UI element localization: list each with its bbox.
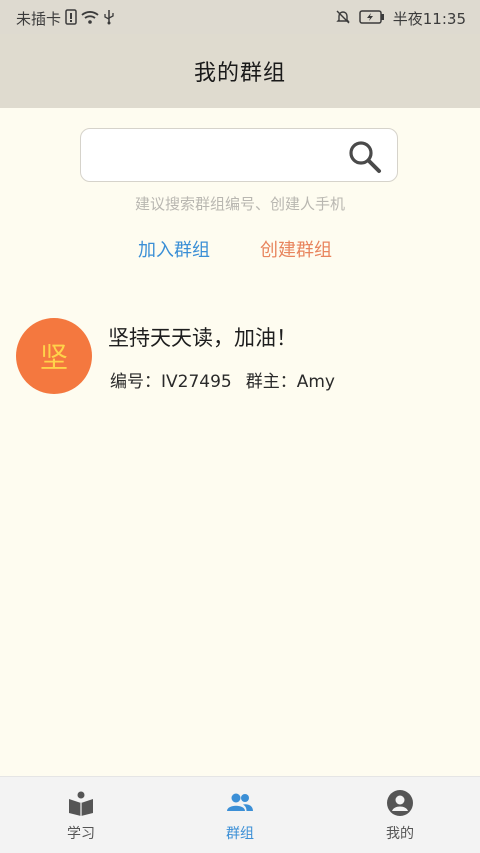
join-group-button[interactable]: 加入群组 (138, 236, 210, 262)
group-actions: 加入群组 创建群组 (0, 236, 480, 262)
group-meta: 编号：IV27495 群主：Amy (110, 367, 335, 392)
tab-study[interactable]: 学习 (21, 789, 141, 849)
group-icon (227, 793, 253, 811)
clock-text: 半夜11:35 (392, 10, 466, 28)
group-list-item[interactable]: 坚 坚持天天读，加油！ 编号：IV27495 群主：Amy (0, 316, 480, 398)
group-id: 编号：IV27495 (110, 372, 232, 392)
profile-icon (387, 790, 413, 816)
tab-study-label: 学习 (67, 826, 95, 842)
carrier-text: 未插卡 (16, 10, 62, 28)
book-icon (69, 791, 93, 816)
search-box[interactable] (80, 128, 398, 182)
mute-bell-icon (335, 9, 351, 29)
group-avatar: 坚 (16, 318, 92, 394)
group-owner: 群主：Amy (245, 372, 335, 392)
search-hint: 建议搜索群组编号、创建人手机 (134, 195, 345, 213)
tab-groups[interactable]: 群组 (180, 789, 300, 849)
wifi-icon (81, 10, 99, 28)
tab-mine[interactable]: 我的 (340, 789, 460, 849)
search-icon[interactable] (347, 139, 383, 175)
status-right: 半夜11:35 (335, 8, 466, 29)
tab-mine-label: 我的 (386, 826, 414, 842)
sim-icon (65, 8, 77, 29)
status-bar: 未插卡 半夜11:35 (0, 0, 480, 34)
group-name: 坚持天天读，加油！ (108, 326, 297, 350)
page-title: 我的群组 (193, 61, 286, 86)
bottom-tab-bar: 学习 群组 我的 (0, 776, 480, 853)
app-header: 我的群组 (0, 34, 480, 108)
battery-icon (359, 9, 385, 28)
create-group-button[interactable]: 创建群组 (260, 236, 332, 262)
usb-icon (103, 9, 115, 29)
search-input[interactable] (93, 139, 337, 173)
status-left: 未插卡 (16, 8, 115, 29)
tab-groups-label: 群组 (226, 826, 254, 842)
